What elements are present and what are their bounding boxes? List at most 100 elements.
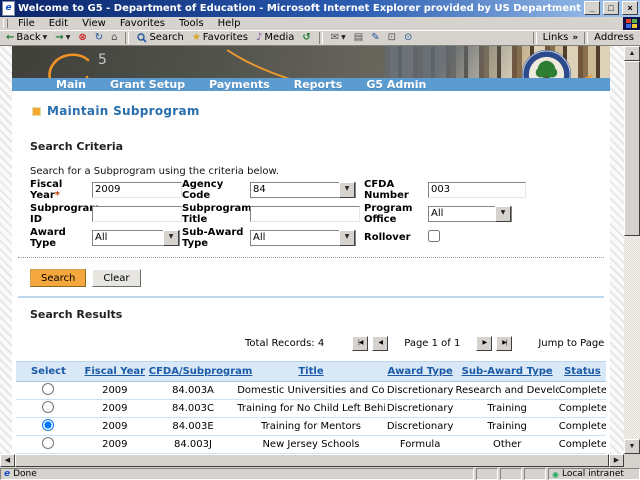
cell-fiscal-year: 2009 [81,418,149,436]
edit-button[interactable]: ✎ [368,31,382,45]
dropdown-arrow-icon[interactable]: ▼ [339,182,355,198]
browser-window: e Welcome to G5 - Department of Educatio… [0,0,640,480]
award-type-select[interactable]: All ▼ [92,230,180,246]
column-award-type[interactable]: Award Type [385,362,456,382]
home-button[interactable]: ⌂ [108,31,120,45]
title-bar: e Welcome to G5 - Department of Educatio… [0,0,640,17]
refresh-button[interactable]: ↻ [92,31,106,45]
page-title-bullet-icon [32,107,41,116]
mail-button[interactable]: ✉ ▼ [328,31,349,45]
menu-edit[interactable]: Edit [42,18,75,29]
edit-icon: ✎ [371,32,379,44]
total-records: Total Records: 4 [245,338,324,349]
search-instructions: Search for a Subprogram using the criter… [30,166,610,177]
dropdown-arrow-icon[interactable]: ▼ [495,206,511,222]
row-select-radio[interactable] [42,437,54,449]
forward-dropdown-icon[interactable]: ▼ [66,34,71,41]
web-page: 5 Empowering the grant community. Main G… [12,46,610,454]
minimize-button[interactable]: _ [584,1,600,15]
address-bar-label[interactable]: Address [591,31,637,45]
row-select-radio[interactable] [42,419,54,431]
column-sub-award-type[interactable]: Sub-Award Type [456,362,559,382]
media-button[interactable]: ♪ Media [253,31,297,45]
back-label: Back [16,32,40,43]
forward-button[interactable]: → ▼ [52,31,73,45]
menu-file[interactable]: File [11,18,42,29]
favorites-button[interactable]: ★ Favorites [189,31,251,45]
mail-dropdown-icon[interactable]: ▼ [341,34,346,41]
nav-reports[interactable]: Reports [294,78,343,91]
toolbar-separator [533,32,537,44]
scrollbar-corner [624,454,640,467]
nav-payments[interactable]: Payments [209,78,270,91]
horizontal-scroll-thumb[interactable] [15,454,609,467]
cell-fiscal-year: 2009 [81,382,149,400]
rollover-checkbox[interactable] [428,230,440,242]
vertical-scrollbar[interactable]: ▲ ▼ [624,46,640,454]
favorites-label: Favorites [203,32,248,43]
links-bar[interactable]: Links » [540,31,582,45]
restore-button[interactable]: □ [603,1,619,15]
menu-help[interactable]: Help [211,18,248,29]
first-page-button[interactable]: |◀ [352,336,368,351]
back-button[interactable]: ← Back ▼ [3,31,50,45]
scroll-left-icon[interactable]: ◀ [0,454,15,467]
toolbar-grip [3,19,8,28]
history-icon: ↺ [302,32,310,44]
page-indicator: Page 1 of 1 [404,338,460,349]
menu-tools[interactable]: Tools [172,18,211,29]
vertical-scroll-thumb[interactable] [624,61,640,236]
menu-favorites[interactable]: Favorites [113,18,172,29]
search-button[interactable]: Search [30,269,86,287]
toolbar-separator [125,32,129,44]
clear-button[interactable]: Clear [92,269,140,287]
messenger-button[interactable]: ⊙ [401,31,415,45]
cell-title: Domestic Universities and Colleges [237,382,385,400]
vertical-scroll-track[interactable] [624,236,640,439]
search-results-heading: Search Results [30,308,610,321]
fiscal-year-field[interactable] [92,182,182,198]
column-fiscal-year[interactable]: Fiscal Year [81,362,149,382]
program-office-select[interactable]: All ▼ [428,206,512,222]
subprogram-id-field[interactable] [92,206,182,222]
row-select-radio[interactable] [42,383,54,395]
nav-main[interactable]: Main [56,78,86,91]
scroll-right-icon[interactable]: ▶ [609,454,624,467]
back-dropdown-icon[interactable]: ▼ [43,34,48,41]
menu-view[interactable]: View [75,18,113,29]
scroll-down-icon[interactable]: ▼ [624,439,640,454]
discuss-button[interactable]: ⊡ [385,31,399,45]
dropdown-arrow-icon[interactable]: ▼ [339,230,355,246]
row-select-radio[interactable] [42,401,54,413]
column-title[interactable]: Title [237,362,385,382]
close-button[interactable]: × [622,1,638,15]
horizontal-scrollbar[interactable]: ◀ ▶ [0,454,624,467]
table-row: 2009 84.003E Training for Mentors Discre… [16,418,606,436]
subprogram-title-field[interactable] [250,206,360,222]
agency-code-select[interactable]: 84 ▼ [250,182,356,198]
search-button-toolbar[interactable]: Search [134,31,186,45]
cfda-number-field[interactable] [428,182,526,198]
cell-title: Training for No Child Left Behind [237,400,385,418]
sub-award-type-select[interactable]: All ▼ [250,230,356,246]
column-select: Select [16,362,81,382]
messenger-icon: ⊙ [404,32,412,44]
column-status[interactable]: Status [559,362,606,382]
address-label: Address [594,32,634,43]
column-cfda-subprogram[interactable]: CFDA/Subprogram [149,362,238,382]
prev-page-button[interactable]: ◀ [372,336,388,351]
scroll-up-icon[interactable]: ▲ [624,46,640,61]
cell-cfda: 84.003E [149,418,238,436]
dropdown-arrow-icon[interactable]: ▼ [163,230,179,246]
last-page-button[interactable]: ▶| [496,336,512,351]
required-asterisk: * [55,190,60,201]
nav-grant-setup[interactable]: Grant Setup [110,78,185,91]
stop-button[interactable]: ⊗ [75,31,89,45]
favorites-star-icon: ★ [192,32,201,44]
cell-sub-award-type: Other [456,436,559,454]
print-button[interactable]: ▤ [351,31,366,45]
history-button[interactable]: ↺ [299,31,313,45]
next-page-button[interactable]: ▶ [476,336,492,351]
g5-logo [42,51,102,78]
nav-g5-admin[interactable]: G5 Admin [366,78,426,91]
